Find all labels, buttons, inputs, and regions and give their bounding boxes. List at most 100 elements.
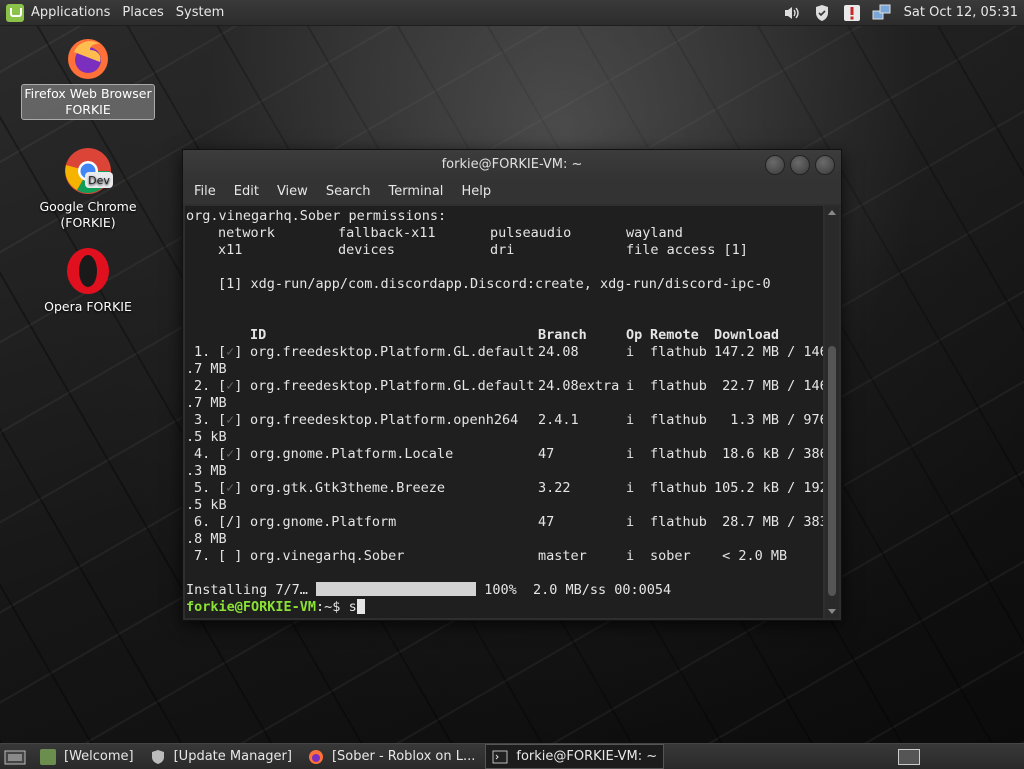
row-remote: flathub — [650, 412, 707, 428]
task-sober-firefox[interactable]: [Sober - Roblox on L... — [302, 745, 481, 768]
table-row: 1. [✓] org.freedesktop.Platform.GL.default… — [186, 344, 823, 361]
welcome-icon — [40, 748, 56, 765]
row-id: org.vinegarhq.Sober — [250, 548, 405, 564]
menu-search[interactable]: Search — [317, 184, 380, 199]
window-controls — [765, 155, 835, 175]
close-button[interactable] — [815, 155, 835, 175]
system-menu[interactable]: System — [170, 0, 230, 25]
show-menu-button[interactable] — [0, 745, 30, 768]
perm-devices: devices — [338, 242, 395, 258]
row-download: 22.7 MB / 146 — [714, 378, 823, 394]
row-branch: 47 — [538, 446, 555, 462]
row-number: 5. — [194, 480, 211, 496]
network-icon[interactable] — [872, 4, 892, 22]
row-download-wrap: .8 MB — [186, 531, 227, 547]
task-welcome-label: [Welcome] — [64, 749, 134, 764]
terminal-titlebar[interactable]: forkie@FORKIE-VM: ~ — [183, 150, 841, 179]
shield-icon[interactable] — [812, 4, 832, 22]
clock[interactable]: Sat Oct 12, 05:31 — [904, 5, 1018, 20]
chrome-label-line2: (FORKIE) — [60, 215, 116, 230]
table-row: 3. [✓] org.freedesktop.Platform.openh264 2.… — [186, 412, 823, 429]
prompt-input[interactable]: s — [349, 599, 357, 615]
places-menu-label: Places — [122, 5, 164, 20]
row-download-wrap: .3 MB — [186, 463, 227, 479]
desktop-icon-opera[interactable]: Opera FORKIE — [21, 246, 155, 316]
chrome-dev-icon: Dev — [65, 148, 113, 194]
row-remote: flathub — [650, 344, 707, 360]
minimize-button[interactable] — [765, 155, 785, 175]
row-op: i — [626, 412, 635, 428]
row-remote: flathub — [650, 480, 707, 496]
task-terminal-label: forkie@FORKIE-VM: ~ — [516, 749, 658, 764]
desktop-icon-firefox[interactable]: Firefox Web Browser FORKIE — [21, 34, 155, 120]
row-branch: 47 — [538, 514, 555, 530]
applications-menu[interactable]: Applications — [0, 0, 116, 25]
row-number: 4. — [194, 446, 211, 462]
col-remote: Remote — [650, 327, 699, 343]
row-status-mark: [✓] — [218, 344, 243, 360]
bottom-taskbar: [Welcome] [Update Manager] [Sober - Robl… — [0, 743, 1024, 769]
menu-view[interactable]: View — [268, 184, 317, 199]
applications-menu-label: Applications — [31, 5, 111, 20]
menu-edit[interactable]: Edit — [225, 184, 268, 199]
text-cursor — [356, 599, 365, 614]
places-menu[interactable]: Places — [116, 0, 169, 25]
task-update-manager[interactable]: [Update Manager] — [144, 745, 298, 768]
row-branch: 3.22 — [538, 480, 571, 496]
menu-help[interactable]: Help — [452, 184, 500, 199]
progress-line: Installing 7/7… 100% 2.0 MB/ss 00:0054 — [186, 582, 671, 599]
row-branch: 2.4.1 — [538, 412, 579, 428]
row-download: 105.2 kB / 192 — [714, 480, 823, 496]
col-branch: Branch — [538, 327, 587, 343]
row-download: 1.3 MB / 976 — [714, 412, 823, 428]
row-branch: 24.08 — [538, 344, 579, 360]
table-header: ID Branch Op Remote Download — [186, 327, 823, 344]
row-branch: master — [538, 548, 587, 564]
terminal-menubar: File Edit View Search Terminal Help — [183, 179, 841, 204]
row-number: 2. — [194, 378, 211, 394]
maximize-button[interactable] — [790, 155, 810, 175]
terminal-window[interactable]: forkie@FORKIE-VM: ~ File Edit View Searc… — [182, 149, 842, 621]
terminal-output[interactable]: org.vinegarhq.Sober permissions: network… — [185, 206, 823, 618]
perm-dri: dri — [490, 242, 515, 258]
perm-fallback-x11: fallback-x11 — [338, 225, 436, 241]
task-welcome[interactable]: [Welcome] — [34, 745, 140, 768]
update-warning-icon[interactable] — [842, 4, 862, 22]
row-number: 7. — [194, 548, 211, 564]
desktop-icon-chrome-label: Google Chrome (FORKIE) — [21, 198, 155, 232]
desktop-icon-opera-label: Opera FORKIE — [21, 298, 155, 316]
row-download-wrap: .5 kB — [186, 497, 227, 513]
task-terminal[interactable]: forkie@FORKIE-VM: ~ — [485, 744, 665, 769]
row-id: org.gtk.Gtk3theme.Breeze — [250, 480, 446, 496]
row-status-mark: [✓] — [218, 446, 243, 462]
row-id: org.gnome.Platform.Locale — [250, 446, 454, 462]
opera-label-line1: Opera FORKIE — [44, 299, 132, 314]
row-download: 147.2 MB / 146 — [714, 344, 823, 360]
menu-file[interactable]: File — [185, 184, 225, 199]
scroll-up-arrow-icon[interactable] — [828, 210, 836, 215]
row-remote: sober — [650, 548, 691, 564]
desktop-icon-chrome[interactable]: Dev Google Chrome (FORKIE) — [21, 146, 155, 232]
prompt-path: :~$ — [316, 599, 341, 615]
table-row: 4. [✓] org.gnome.Platform.Locale 47 i flathub… — [186, 446, 823, 463]
row-remote: flathub — [650, 514, 707, 530]
firefox-small-icon — [308, 749, 323, 764]
volume-icon[interactable] — [782, 4, 802, 22]
row-download: 28.7 MB / 383 — [714, 514, 823, 530]
row-download-wrap: .7 MB — [186, 361, 227, 377]
row-id: org.freedesktop.Platform.GL.default — [250, 378, 535, 394]
table-row: 5. [✓] org.gtk.Gtk3theme.Breeze 3.22 i flathu… — [186, 480, 823, 497]
row-download: 18.6 kB / 386 — [714, 446, 823, 462]
perm-file-access: file access [1] — [626, 242, 748, 258]
prompt-line[interactable]: forkie@FORKIE-VM:~$ s — [186, 599, 365, 616]
menu-terminal[interactable]: Terminal — [379, 184, 452, 199]
perm-wayland: wayland — [626, 225, 683, 241]
scroll-thumb[interactable] — [828, 346, 836, 596]
row-number: 3. — [194, 412, 211, 428]
terminal-scrollbar[interactable] — [825, 206, 839, 618]
workspace-switcher[interactable] — [898, 748, 920, 765]
table-row: 6. [/] org.gnome.Platform 47 i flathub 28.7 M… — [186, 514, 823, 531]
row-remote: flathub — [650, 378, 707, 394]
scroll-down-arrow-icon[interactable] — [828, 609, 836, 614]
row-id: org.freedesktop.Platform.openh264 — [250, 412, 519, 428]
